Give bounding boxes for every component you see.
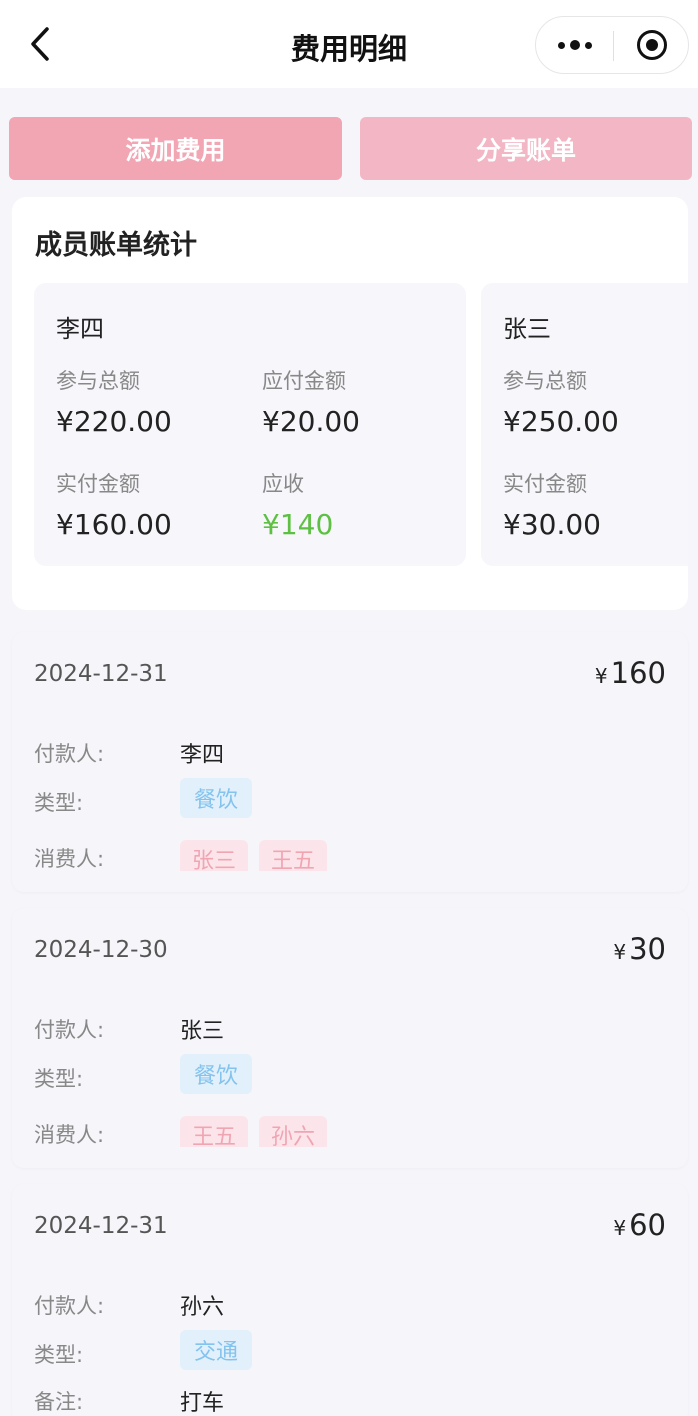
payer-label: 付款人: bbox=[34, 1018, 105, 1042]
note-label: 备注: bbox=[34, 1390, 84, 1414]
payer-value: 张三 bbox=[180, 1019, 225, 1044]
close-miniprogram-button[interactable] bbox=[614, 17, 690, 73]
member-name: 张三 bbox=[503, 315, 551, 343]
expense-date: 2024-12-30 bbox=[34, 937, 168, 963]
receivable-value: ¥140 bbox=[262, 508, 334, 541]
payer-value: 李四 bbox=[180, 743, 225, 768]
expense-item[interactable]: 2024-12-31 ¥ 60 付款人: 孙六 类型: 交通 备注: 打车 bbox=[12, 1184, 688, 1416]
type-label: 类型: bbox=[34, 1067, 84, 1091]
consumer-tag: 张三 bbox=[180, 840, 249, 871]
payer-label: 付款人: bbox=[34, 1294, 105, 1318]
member-stat-item[interactable]: 李四 参与总额 ¥220.00 应付金额 ¥20.00 实付金额 ¥160.00… bbox=[34, 283, 466, 566]
type-tag: 餐饮 bbox=[180, 778, 253, 818]
note-value: 打车 bbox=[180, 1391, 225, 1416]
paid-value: ¥160.00 bbox=[56, 508, 172, 541]
currency-symbol: ¥ bbox=[613, 1216, 627, 1240]
expense-date: 2024-12-31 bbox=[34, 661, 168, 687]
expense-item[interactable]: 2024-12-30 ¥ 30 付款人: 张三 类型: 餐饮 消费人: 王五 孙… bbox=[12, 908, 688, 1168]
expense-item[interactable]: 2024-12-31 ¥ 160 付款人: 李四 类型: 餐饮 消费人: 张三 … bbox=[12, 632, 688, 892]
type-tag: 餐饮 bbox=[180, 1054, 253, 1094]
total-label: 参与总额 bbox=[503, 369, 587, 393]
paid-label: 实付金额 bbox=[503, 472, 587, 496]
currency-symbol: ¥ bbox=[613, 940, 627, 964]
total-value: ¥220.00 bbox=[56, 405, 172, 438]
type-label: 类型: bbox=[34, 791, 84, 815]
expense-amount: ¥ 60 bbox=[613, 1208, 666, 1242]
payable-label: 应付金额 bbox=[262, 369, 346, 393]
target-icon bbox=[637, 30, 667, 60]
member-name: 李四 bbox=[56, 315, 104, 343]
consumers-label: 消费人: bbox=[34, 847, 105, 871]
amount-value: 60 bbox=[629, 1208, 666, 1242]
stats-title: 成员账单统计 bbox=[35, 230, 197, 261]
member-stat-item[interactable]: 张三 参与总额 ¥250.00 实付金额 ¥30.00 bbox=[481, 283, 688, 566]
amount-value: 30 bbox=[629, 932, 666, 966]
member-stats-card: 成员账单统计 李四 参与总额 ¥220.00 应付金额 ¥20.00 实付金额 … bbox=[12, 197, 688, 610]
expense-date: 2024-12-31 bbox=[34, 1213, 168, 1239]
total-value: ¥250.00 bbox=[503, 405, 619, 438]
paid-label: 实付金额 bbox=[56, 472, 140, 496]
share-bill-button[interactable]: 分享账单 bbox=[360, 117, 692, 180]
consumer-tag: 王五 bbox=[259, 840, 328, 871]
type-tag: 交通 bbox=[180, 1330, 253, 1370]
expense-amount: ¥ 30 bbox=[613, 932, 666, 966]
mini-program-capsule bbox=[535, 16, 689, 74]
expense-amount: ¥ 160 bbox=[595, 656, 666, 690]
nav-bar: 费用明细 bbox=[0, 0, 698, 88]
amount-value: 160 bbox=[610, 656, 666, 690]
payer-label: 付款人: bbox=[34, 742, 105, 766]
consumer-tag: 王五 bbox=[180, 1116, 249, 1147]
total-label: 参与总额 bbox=[56, 369, 140, 393]
type-label: 类型: bbox=[34, 1343, 84, 1367]
currency-symbol: ¥ bbox=[594, 664, 608, 688]
more-icon bbox=[557, 40, 592, 50]
add-expense-button[interactable]: 添加费用 bbox=[9, 117, 342, 180]
payable-value: ¥20.00 bbox=[262, 405, 360, 438]
receivable-label: 应收 bbox=[262, 472, 304, 496]
consumers-label: 消费人: bbox=[34, 1123, 105, 1147]
consumer-tag: 孙六 bbox=[259, 1116, 328, 1147]
paid-value: ¥30.00 bbox=[503, 508, 601, 541]
more-button[interactable] bbox=[536, 17, 613, 73]
payer-value: 孙六 bbox=[180, 1295, 225, 1320]
